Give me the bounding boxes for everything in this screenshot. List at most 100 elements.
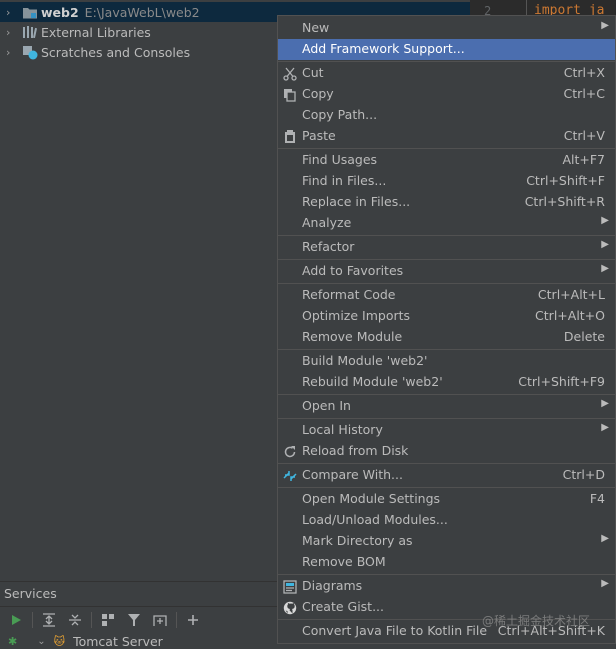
menu-item-shortcut: Ctrl+V <box>563 128 605 143</box>
menu-item-paste[interactable]: Paste Ctrl+V <box>278 126 615 147</box>
menu-item-shortcut: F4 <box>589 491 605 506</box>
menu-item-remove-bom[interactable]: Remove BOM <box>278 552 615 573</box>
menu-item-shortcut: Ctrl+X <box>563 65 605 80</box>
chevron-right-icon[interactable]: › <box>6 6 16 19</box>
menu-item-copy[interactable]: Copy Ctrl+C <box>278 84 615 105</box>
menu-item-shortcut: Ctrl+C <box>563 86 605 101</box>
chevron-right-icon[interactable]: › <box>6 46 16 59</box>
menu-item-mark-directory-as[interactable]: Mark Directory as ▶ <box>278 531 615 552</box>
chevron-right-icon[interactable]: › <box>6 26 16 39</box>
tree-item-label: External Libraries <box>41 24 151 40</box>
submenu-arrow-icon: ▶ <box>601 422 609 433</box>
menu-item-rebuild-module[interactable]: Rebuild Module 'web2' Ctrl+Shift+F9 <box>278 372 615 393</box>
menu-item-add-framework-support[interactable]: Add Framework Support... <box>278 39 615 60</box>
menu-item-label: Reload from Disk <box>302 443 409 458</box>
expand-all-icon[interactable] <box>39 610 59 630</box>
menu-item-remove-module[interactable]: Remove Module Delete <box>278 327 615 348</box>
tomcat-server-label: Tomcat Server <box>73 633 163 649</box>
menu-item-label: Convert Java File to Kotlin File <box>302 623 488 638</box>
menu-item-reformat-code[interactable]: Reformat Code Ctrl+Alt+L <box>278 285 615 306</box>
menu-separator <box>278 235 615 236</box>
menu-item-label: Paste <box>302 128 336 143</box>
new-tab-icon[interactable] <box>150 610 170 630</box>
menu-item-diagrams[interactable]: Diagrams ▶ <box>278 576 615 597</box>
menu-separator <box>278 463 615 464</box>
menu-item-shortcut: Alt+F7 <box>562 152 605 167</box>
menu-item-label: Remove Module <box>302 329 403 344</box>
menu-item-label: Copy <box>302 86 334 101</box>
submenu-arrow-icon: ▶ <box>601 20 609 31</box>
scratches-icon <box>22 45 38 59</box>
reload-icon <box>282 444 298 460</box>
group-by-icon[interactable] <box>98 610 118 630</box>
menu-item-open-in[interactable]: Open In ▶ <box>278 396 615 417</box>
menu-separator <box>278 349 615 350</box>
toolbar-separator <box>32 612 33 628</box>
menu-item-new[interactable]: New ▶ <box>278 18 615 39</box>
context-menu: New ▶ Add Framework Support... Cut Ctrl+… <box>277 15 616 644</box>
menu-item-label: Mark Directory as <box>302 533 413 548</box>
menu-item-label: Add Framework Support... <box>302 41 465 56</box>
github-icon <box>282 600 298 616</box>
menu-item-label: Build Module 'web2' <box>302 353 428 368</box>
run-icon[interactable] <box>6 610 26 630</box>
menu-item-label: New <box>302 20 330 35</box>
menu-item-shortcut: Ctrl+Alt+L <box>537 287 605 302</box>
filter-icon[interactable] <box>124 610 144 630</box>
services-title: Services <box>4 586 57 601</box>
menu-item-label: Cut <box>302 65 324 80</box>
scissors-icon <box>282 66 298 82</box>
menu-item-analyze[interactable]: Analyze ▶ <box>278 213 615 234</box>
menu-item-label: Reformat Code <box>302 287 396 302</box>
menu-item-find-usages[interactable]: Find Usages Alt+F7 <box>278 150 615 171</box>
menu-item-shortcut: Delete <box>563 329 605 344</box>
tree-item-label: web2 <box>41 4 79 20</box>
menu-item-label: Open In <box>302 398 351 413</box>
collapse-all-icon[interactable] <box>65 610 85 630</box>
library-icon <box>22 25 38 39</box>
menu-item-compare-with[interactable]: Compare With... Ctrl+D <box>278 465 615 486</box>
submenu-arrow-icon: ▶ <box>601 398 609 409</box>
menu-item-find-in-files[interactable]: Find in Files... Ctrl+Shift+F <box>278 171 615 192</box>
menu-item-cut[interactable]: Cut Ctrl+X <box>278 63 615 84</box>
tree-item-label: Scratches and Consoles <box>41 44 191 60</box>
menu-separator <box>278 61 615 62</box>
toolbar-separator <box>176 612 177 628</box>
chevron-down-icon[interactable]: ⌄ <box>37 636 45 647</box>
menu-item-shortcut: Ctrl+Shift+F <box>526 173 605 188</box>
module-folder-icon <box>22 5 38 19</box>
menu-item-label: Compare With... <box>302 467 403 482</box>
paste-icon <box>282 129 298 145</box>
menu-item-label: Create Gist... <box>302 599 385 614</box>
add-icon[interactable] <box>183 610 203 630</box>
menu-item-load-unload-modules[interactable]: Load/Unload Modules... <box>278 510 615 531</box>
watermark-text: @稀土掘金技术社区 <box>482 614 591 628</box>
menu-item-shortcut: Ctrl+Shift+R <box>524 194 605 209</box>
menu-item-label: Open Module Settings <box>302 491 441 506</box>
menu-item-build-module[interactable]: Build Module 'web2' <box>278 351 615 372</box>
menu-item-label: Local History <box>302 422 383 437</box>
menu-separator <box>278 259 615 260</box>
diagram-icon <box>282 579 298 595</box>
menu-item-label: Refactor <box>302 239 355 254</box>
menu-item-reload-from-disk[interactable]: Reload from Disk <box>278 441 615 462</box>
menu-item-label: Copy Path... <box>302 107 378 122</box>
menu-item-shortcut: Ctrl+Alt+O <box>535 308 605 323</box>
submenu-arrow-icon: ▶ <box>601 215 609 226</box>
menu-item-label: Load/Unload Modules... <box>302 512 448 527</box>
copy-icon <box>282 87 298 103</box>
tree-item-path: E:\JavaWebL\web2 <box>84 4 200 20</box>
menu-item-copy-path[interactable]: Copy Path... <box>278 105 615 126</box>
menu-item-shortcut: Ctrl+D <box>562 467 605 482</box>
menu-item-label: Rebuild Module 'web2' <box>302 374 443 389</box>
menu-item-optimize-imports[interactable]: Optimize Imports Ctrl+Alt+O <box>278 306 615 327</box>
menu-item-add-to-favorites[interactable]: Add to Favorites ▶ <box>278 261 615 282</box>
menu-item-local-history[interactable]: Local History ▶ <box>278 420 615 441</box>
menu-item-replace-in-files[interactable]: Replace in Files... Ctrl+Shift+R <box>278 192 615 213</box>
menu-item-refactor[interactable]: Refactor ▶ <box>278 237 615 258</box>
menu-separator <box>278 394 615 395</box>
compare-icon <box>282 468 298 484</box>
menu-item-label: Optimize Imports <box>302 308 411 323</box>
menu-item-open-module-settings[interactable]: Open Module Settings F4 <box>278 489 615 510</box>
menu-item-label: Remove BOM <box>302 554 386 569</box>
